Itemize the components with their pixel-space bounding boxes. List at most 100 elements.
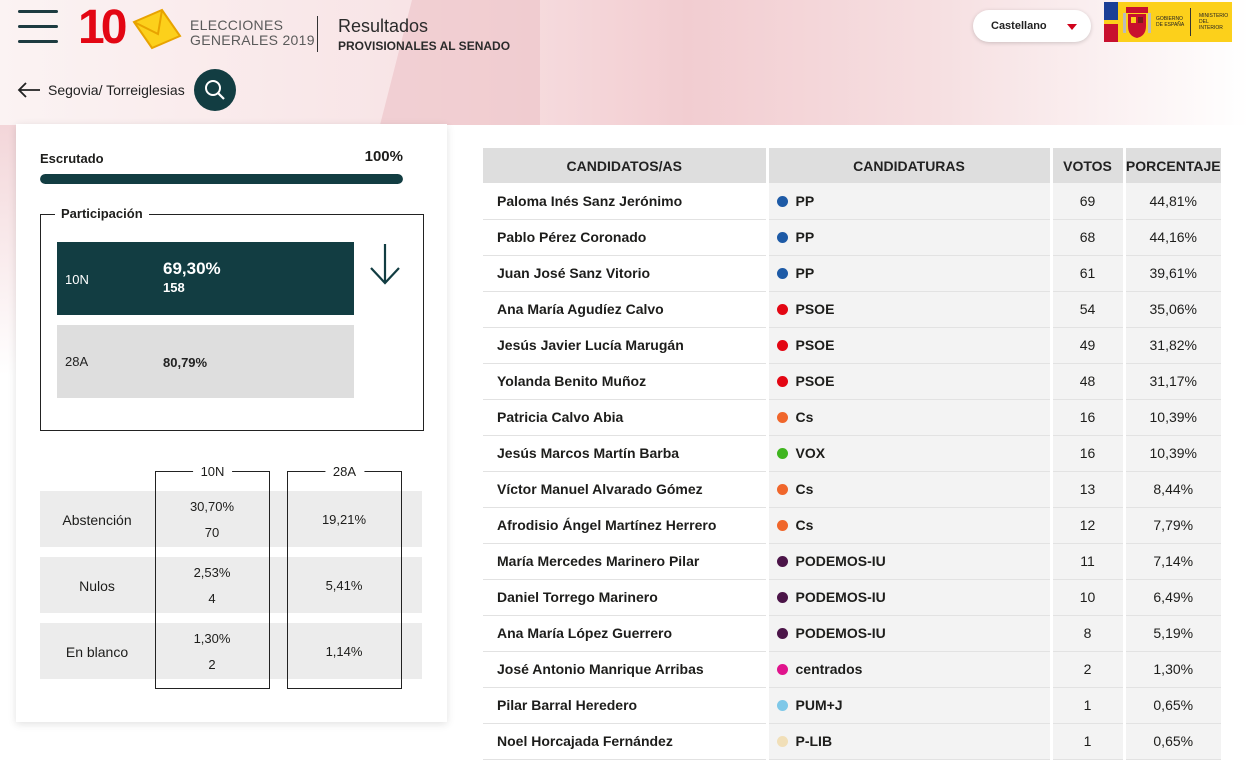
party-color-dot (776, 664, 788, 675)
party-color-dot (776, 195, 788, 207)
header-candidaturas: CANDIDATURAS (767, 148, 1053, 183)
percentage-value: 35,06% (1122, 291, 1221, 328)
votes-value: 12 (1049, 507, 1124, 544)
election-logo[interactable]: 10 (78, 4, 188, 52)
votes-value: 1 (1049, 723, 1124, 760)
percentage-value: 0,65% (1122, 687, 1221, 724)
votes-value: 54 (1049, 291, 1124, 328)
search-button[interactable] (193, 69, 236, 111)
votes-value: 2 (1049, 651, 1124, 688)
percentage-value: 8,44% (1122, 471, 1221, 508)
table-row: Jesús Marcos Martín Barba VOX 16 10,39% (483, 435, 1221, 472)
stats-column-28a-header: 28A (324, 464, 365, 479)
participacion-box: Participación 10N 69,30% 158 28A 80,79% (40, 206, 424, 431)
party-name: PSOE (795, 373, 835, 389)
percentage-value: 31,17% (1122, 363, 1221, 400)
party-name: PP (795, 265, 815, 281)
table-row: Víctor Manuel Alvarado Gómez Cs 13 8,44% (483, 471, 1221, 508)
breadcrumb-text[interactable]: Segovia/ Torreiglesias (48, 82, 185, 98)
votes-value: 49 (1049, 327, 1124, 364)
escrutado-value: 100% (364, 148, 403, 165)
party-color-dot (776, 268, 788, 279)
stat-label: En blanco (65, 644, 129, 660)
candidate-name: Patricia Calvo Abia (483, 399, 767, 436)
table-row: Afrodisio Ángel Martínez Herrero Cs 12 7,79… (483, 507, 1221, 544)
party-cell: P-LIB (765, 723, 1051, 760)
arrow-left-icon[interactable] (16, 80, 42, 100)
party-color-dot (776, 232, 788, 243)
party-name: PODEMOS-IU (795, 625, 886, 641)
party-color-dot (776, 412, 788, 423)
votes-value: 16 (1049, 435, 1124, 472)
gov-text-right: MINISTERIO DEL INTERIOR (1199, 13, 1229, 31)
table-row: Jesús Javier Lucía Marugán PSOE 49 31,82% (483, 327, 1221, 364)
candidate-name: Yolanda Benito Muñoz (483, 363, 767, 400)
party-color-dot (776, 592, 788, 603)
search-icon (204, 80, 225, 100)
party-color-dot (776, 340, 788, 351)
percentage-value: 6,49% (1122, 579, 1221, 616)
candidate-name: Jesús Marcos Martín Barba (483, 435, 767, 472)
participacion-current: 10N 69,30% 158 (57, 242, 354, 315)
party-name: PUM+J (795, 697, 843, 713)
party-color-dot (776, 448, 788, 459)
candidate-name: María Mercedes Marinero Pilar (483, 543, 767, 580)
percentage-value: 31,82% (1122, 327, 1221, 364)
envelope-icon (132, 8, 182, 50)
escrutado-label: Escrutado (40, 151, 104, 166)
participacion-previous-label: 28A (65, 354, 89, 369)
percentage-value: 44,16% (1122, 219, 1221, 256)
table-row: Juan José Sanz Vitorio PP 61 39,61% (483, 255, 1221, 292)
table-row: José Antonio Manrique Arribas centrados 2 1… (483, 651, 1221, 688)
party-cell: PSOE (765, 291, 1051, 328)
page-subtitle: PROVISIONALES AL SENADO (338, 39, 511, 53)
participacion-previous: 28A 80,79% (57, 325, 354, 398)
language-select[interactable]: Castellano (973, 10, 1091, 42)
results-header-row: CANDIDATOS/AS CANDIDATURAS VOTOS PORCENT… (483, 148, 1221, 183)
party-name: PP (795, 229, 815, 245)
candidate-name: Pablo Pérez Coronado (483, 219, 767, 256)
table-row: Patricia Calvo Abia Cs 16 10,39% (483, 399, 1221, 436)
candidate-name: Daniel Torrego Marinero (483, 579, 767, 616)
table-row: María Mercedes Marinero Pilar PODEMOS-IU 1… (483, 543, 1221, 580)
table-row: Ana María López Guerrero PODEMOS-IU 8 5,19% (483, 615, 1221, 652)
votes-value: 11 (1049, 543, 1124, 580)
percentage-value: 0,65% (1122, 723, 1221, 760)
party-name: Cs (795, 481, 814, 497)
coat-of-arms-icon (1123, 7, 1151, 38)
page-title: Resultados (338, 16, 429, 36)
menu-icon[interactable] (18, 8, 58, 44)
party-color-dot (776, 520, 788, 531)
votes-value: 61 (1049, 255, 1124, 292)
party-cell: PODEMOS-IU (765, 543, 1051, 580)
header-votos: VOTOS (1051, 148, 1126, 183)
candidate-name: Afrodisio Ángel Martínez Herrero (483, 507, 767, 544)
stats-column-10n: 10N (155, 464, 270, 689)
party-cell: PODEMOS-IU (765, 615, 1051, 652)
party-cell: VOX (765, 435, 1051, 472)
header: 10 ELECCIONES GENERALES 2019 Resultados … (0, 0, 1249, 62)
candidate-name: Pilar Barral Heredero (483, 687, 767, 724)
votes-value: 10 (1049, 579, 1124, 616)
party-name: PSOE (795, 301, 835, 317)
table-row: Pilar Barral Heredero PUM+J 1 0,65% (483, 687, 1221, 724)
participacion-previous-value: 80,79% (163, 355, 208, 370)
percentage-value: 5,19% (1122, 615, 1221, 652)
stat-label: Abstención (62, 512, 132, 528)
table-row: Ana María Agudíez Calvo PSOE 54 35,06% (483, 291, 1221, 328)
party-name: Cs (795, 517, 814, 533)
participacion-current-value: 69,30% (163, 259, 221, 278)
candidate-name: Víctor Manuel Alvarado Gómez (483, 471, 767, 508)
page-title-block: Resultados PROVISIONALES AL SENADO (338, 16, 510, 54)
percentage-value: 7,14% (1122, 543, 1221, 580)
candidate-name: Ana María López Guerrero (483, 615, 767, 652)
party-name: P-LIB (795, 733, 833, 749)
candidate-name: Juan José Sanz Vitorio (483, 255, 767, 292)
party-cell: centrados (765, 651, 1051, 688)
party-cell: Cs (765, 471, 1051, 508)
table-row: Paloma Inés Sanz Jerónimo PP 69 44,81% (483, 183, 1221, 220)
party-cell: PSOE (765, 363, 1051, 400)
party-name: Cs (795, 409, 814, 425)
party-cell: Cs (765, 399, 1051, 436)
breadcrumb: Segovia/ Torreiglesias (16, 69, 236, 111)
